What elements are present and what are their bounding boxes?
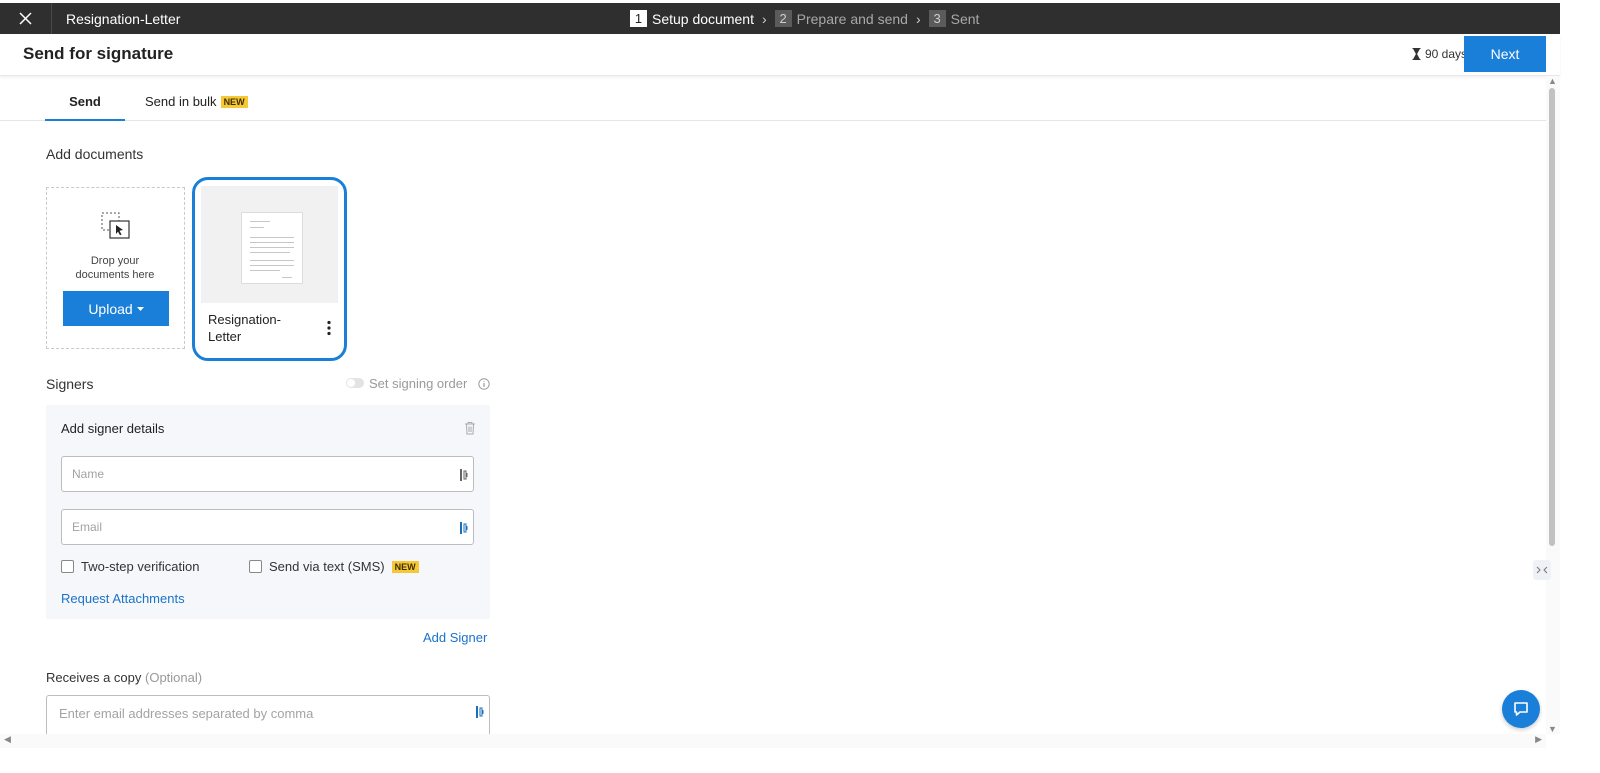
drop-text-line: documents here bbox=[75, 269, 155, 281]
expiry-label: 90 days bbox=[1425, 47, 1468, 61]
contact-book-icon[interactable] bbox=[459, 521, 469, 535]
kebab-menu-icon[interactable] bbox=[323, 320, 335, 336]
contact-book-icon[interactable] bbox=[475, 705, 485, 719]
copy-recipients-input[interactable] bbox=[59, 706, 459, 721]
collapse-arrows-icon bbox=[1536, 566, 1548, 574]
request-attachments-link[interactable]: Request Attachments bbox=[61, 591, 185, 606]
upload-label: Upload bbox=[88, 300, 133, 317]
name-field[interactable] bbox=[61, 456, 474, 492]
step-label: Sent bbox=[950, 10, 980, 27]
tab-label: Send in bulk bbox=[145, 94, 217, 109]
signer-box-title: Add signer details bbox=[61, 421, 165, 436]
step-separator: › bbox=[761, 10, 767, 27]
step-sent: 3 Sent bbox=[928, 10, 980, 27]
step-number: 3 bbox=[928, 10, 946, 27]
scroll-right-arrow-icon[interactable]: ▶ bbox=[1535, 734, 1542, 745]
document-card[interactable]: Resignation- Letter bbox=[192, 177, 347, 361]
email-field[interactable] bbox=[61, 509, 474, 545]
step-separator: › bbox=[915, 10, 921, 27]
signing-order-label: Set signing order bbox=[369, 376, 468, 391]
signers-heading: Signers bbox=[46, 376, 94, 392]
add-documents-heading: Add documents bbox=[46, 146, 144, 162]
sms-label: Send via text (SMS) bbox=[269, 559, 385, 574]
document-name-line: Resignation- bbox=[208, 312, 281, 327]
document-drop-zone[interactable]: Drop your documents here Upload bbox=[46, 187, 185, 349]
receives-copy-heading: Receives a copy (Optional) bbox=[46, 670, 202, 685]
scroll-up-arrow-icon[interactable]: ▲ bbox=[1548, 76, 1557, 86]
top-bar: Resignation-Letter 1 Setup document › 2 … bbox=[0, 3, 1560, 34]
drop-text-line: Drop your bbox=[90, 255, 140, 267]
step-label: Prepare and send bbox=[796, 10, 908, 27]
copy-recipients-field[interactable] bbox=[46, 695, 490, 735]
caret-down-icon bbox=[136, 306, 144, 311]
drop-files-icon bbox=[101, 212, 130, 239]
add-signer-link[interactable]: Add Signer bbox=[423, 630, 487, 645]
step-number: 1 bbox=[630, 10, 647, 27]
page-title: Send for signature bbox=[23, 44, 174, 63]
two-step-verification-option[interactable]: Two-step verification bbox=[61, 559, 200, 574]
sms-checkbox[interactable] bbox=[249, 560, 262, 573]
page-header: Send for signature 90 days Next bbox=[0, 34, 1560, 76]
step-setup-document: 1 Setup document bbox=[630, 10, 754, 27]
signer-details-card: Add signer details Two-step verification… bbox=[46, 405, 490, 619]
step-number: 2 bbox=[774, 10, 792, 27]
new-badge: NEW bbox=[220, 95, 248, 108]
close-icon bbox=[19, 12, 32, 25]
two-step-label: Two-step verification bbox=[81, 559, 200, 574]
step-prepare-and-send: 2 Prepare and send bbox=[774, 10, 908, 27]
drop-instructions: Drop your documents here bbox=[47, 254, 183, 282]
trash-icon[interactable] bbox=[464, 421, 476, 435]
document-title: Resignation-Letter bbox=[66, 10, 181, 27]
next-button[interactable]: Next bbox=[1464, 36, 1546, 72]
send-tabs: Send Send in bulk NEW bbox=[0, 80, 1546, 121]
side-panel-toggle[interactable] bbox=[1533, 560, 1551, 580]
document-thumbnail bbox=[201, 186, 338, 303]
tab-send-in-bulk[interactable]: Send in bulk NEW bbox=[145, 94, 248, 109]
upload-button[interactable]: Upload bbox=[63, 291, 169, 326]
close-button[interactable] bbox=[0, 3, 52, 34]
receives-copy-label: Receives a copy bbox=[46, 670, 142, 685]
document-name: Resignation- Letter bbox=[208, 311, 308, 345]
tab-send[interactable]: Send bbox=[45, 94, 125, 121]
hourglass-icon bbox=[1412, 48, 1421, 60]
chat-icon bbox=[1514, 702, 1528, 716]
vertical-scrollbar[interactable]: ▲ ▼ bbox=[1546, 76, 1560, 734]
name-input[interactable] bbox=[72, 467, 432, 481]
send-via-sms-option[interactable]: Send via text (SMS) NEW bbox=[249, 559, 419, 574]
document-name-line: Letter bbox=[208, 329, 242, 344]
new-badge: NEW bbox=[391, 560, 419, 573]
info-icon[interactable] bbox=[478, 378, 490, 390]
optional-label: (Optional) bbox=[145, 670, 203, 685]
wizard-steps: 1 Setup document › 2 Prepare and send › … bbox=[630, 3, 979, 34]
contact-book-icon[interactable] bbox=[459, 468, 469, 482]
expiry-indicator[interactable]: 90 days bbox=[1412, 47, 1467, 61]
step-label: Setup document bbox=[652, 10, 754, 27]
document-page-preview bbox=[241, 212, 303, 284]
scroll-left-arrow-icon[interactable]: ◀ bbox=[4, 734, 11, 745]
scroll-down-arrow-icon[interactable]: ▼ bbox=[1548, 724, 1557, 734]
email-input[interactable] bbox=[72, 520, 432, 534]
chat-button[interactable] bbox=[1502, 690, 1540, 728]
scrollbar-thumb[interactable] bbox=[1549, 88, 1555, 546]
signing-order-toggle[interactable] bbox=[346, 378, 364, 388]
two-step-checkbox[interactable] bbox=[61, 560, 74, 573]
horizontal-scrollbar[interactable]: ◀ ▶ bbox=[0, 734, 1546, 748]
